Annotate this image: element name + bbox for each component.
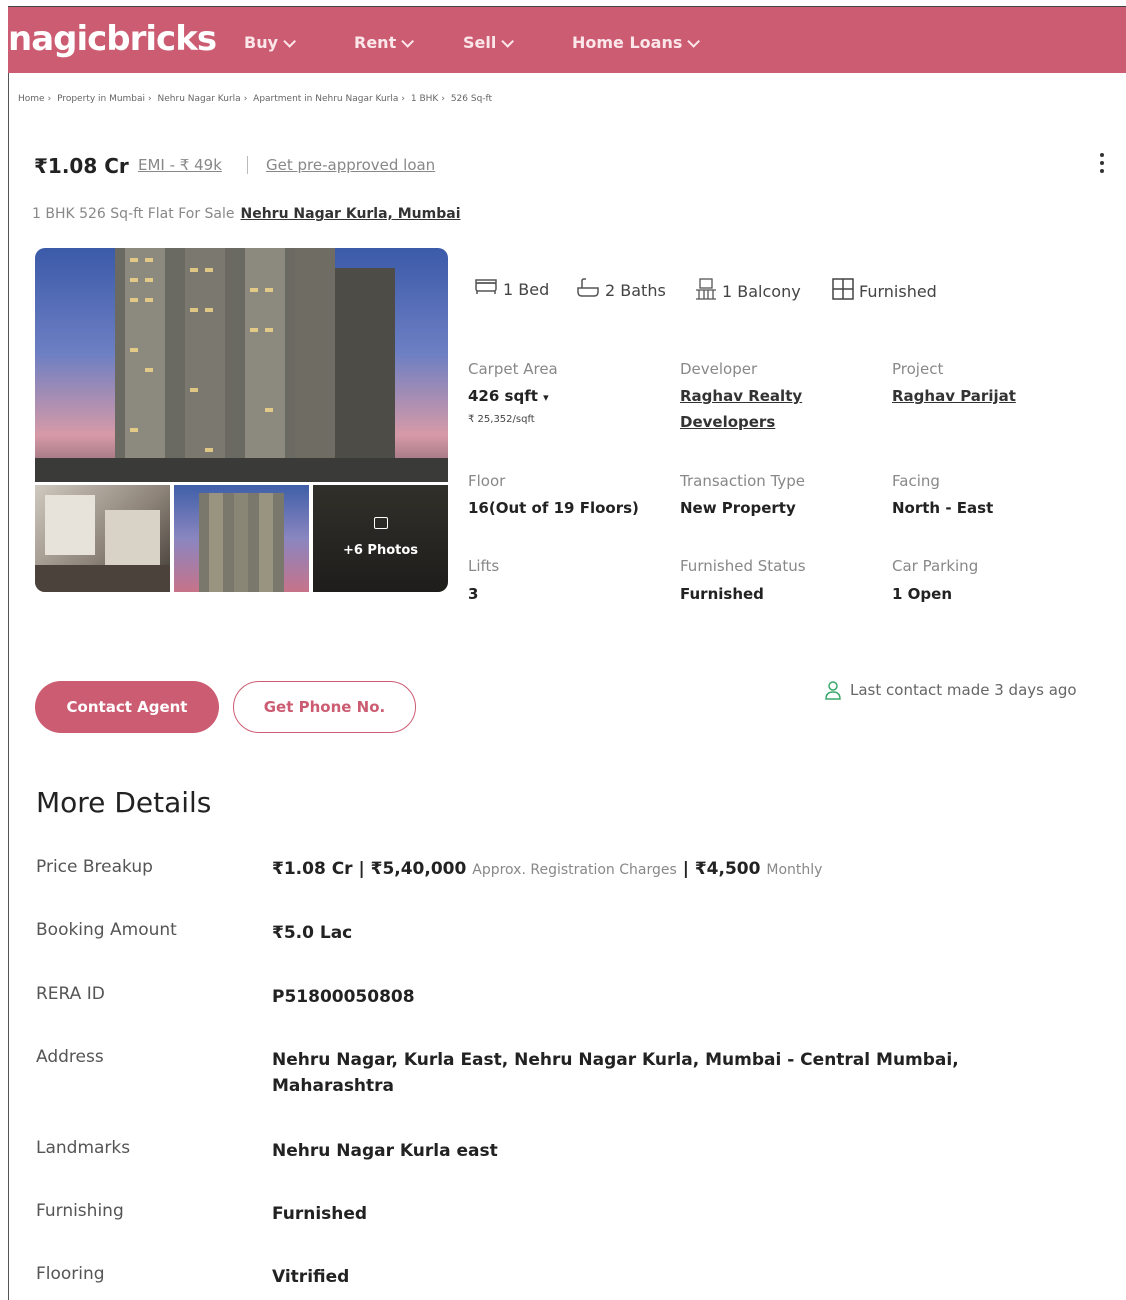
amenity-furnished: Furnished (832, 278, 937, 304)
nav-rent[interactable]: Rent (354, 33, 415, 52)
last-contact-text: Last contact made 3 days ago (850, 681, 1077, 699)
user-icon (824, 680, 842, 700)
car-parking-label: Car Parking (892, 557, 979, 575)
breadcrumb-item[interactable]: Nehru Nagar Kurla (158, 94, 241, 104)
price-breakup-price: ₹1.08 Cr (272, 859, 353, 879)
registration-note: Approx. Registration Charges (472, 862, 677, 878)
get-phone-button[interactable]: Get Phone No. (233, 681, 416, 733)
detail-label: Address (36, 1047, 104, 1067)
thumbnail-photo-building[interactable] (174, 485, 309, 592)
amenity-furnished-label: Furnished (859, 281, 937, 301)
landmarks-value: Nehru Nagar Kurla east (272, 1141, 498, 1161)
nav-home-loans[interactable]: Home Loans (572, 33, 701, 52)
bath-icon (576, 278, 600, 302)
maintenance-charges: ₹4,500 (694, 859, 761, 879)
chevron-down-icon (283, 35, 297, 48)
nav-home-loans-label: Home Loans (572, 33, 683, 52)
listing-subtitle: 1 BHK 526 Sq-ft Flat For Sale Nehru Nagar… (32, 206, 461, 222)
listing-price: ₹1.08 Cr (34, 154, 129, 178)
furnished-status-value: Furnished (680, 585, 764, 603)
breadcrumb-item[interactable]: Property in Mumbai (57, 94, 145, 104)
registration-charges: ₹5,40,000 (370, 859, 467, 879)
amenity-bed-label: 1 Bed (503, 279, 550, 299)
price-breakup-label: Price Breakup (36, 857, 153, 877)
detail-label: Furnishing (36, 1201, 124, 1221)
facing-value: North - East (892, 499, 994, 517)
nav-buy-label: Buy (244, 33, 279, 52)
floor-label: Floor (468, 472, 506, 490)
photo-icon (374, 517, 388, 529)
amenity-bath: 2 Baths (576, 278, 666, 302)
price-per-sqft: ₹ 25,352/sqft (468, 414, 535, 425)
carpet-area-value[interactable]: 426 sqft ▾ (468, 387, 549, 405)
amenity-bath-label: 2 Baths (605, 280, 666, 300)
amenity-balcony-label: 1 Balcony (722, 281, 801, 301)
lifts-label: Lifts (468, 557, 500, 575)
maintenance-note: Monthly (766, 862, 823, 878)
nav-sell-label: Sell (463, 33, 497, 52)
more-options-icon[interactable] (1094, 150, 1110, 180)
chevron-down-icon (401, 35, 415, 48)
preapproved-loan-link[interactable]: Get pre-approved loan (266, 156, 435, 174)
top-nav-bar: nagicbricks Buy Rent Sell Home Loans (8, 7, 1126, 73)
lifts-value: 3 (468, 585, 479, 603)
developer-label: Developer (680, 360, 758, 378)
project-label: Project (892, 360, 944, 378)
breadcrumb-item[interactable]: Apartment in Nehru Nagar Kurla (253, 94, 398, 104)
developer-link-line1[interactable]: Raghav Realty (680, 387, 802, 405)
chevron-down-icon: ▾ (543, 391, 549, 404)
site-logo[interactable]: nagicbricks (8, 19, 217, 59)
address-value: Nehru Nagar, Kurla East, Nehru Nagar Kur… (272, 1050, 959, 1096)
breadcrumb-item[interactable]: Home (18, 94, 45, 104)
breadcrumb: Home › Property in Mumbai › Nehru Nagar Ku… (18, 94, 493, 104)
furnished-status-label: Furnished Status (680, 557, 806, 575)
project-link[interactable]: Raghav Parijat (892, 387, 1016, 405)
location-link[interactable]: Nehru Nagar Kurla, Mumbai (241, 206, 461, 222)
transaction-type-value: New Property (680, 499, 796, 517)
floor-value: 16(Out of 19 Floors) (468, 499, 639, 517)
bed-icon (474, 278, 498, 300)
furnishing-value: Furnished (272, 1204, 368, 1224)
detail-label: RERA ID (36, 984, 105, 1004)
chevron-down-icon (687, 35, 701, 48)
rera-id-value: P51800050808 (272, 987, 415, 1007)
emi-link[interactable]: EMI - ₹ 49k (138, 156, 222, 174)
developer-link-line2[interactable]: Developers (680, 413, 775, 431)
booking-amount-value: ₹5.0 Lac (272, 923, 353, 943)
chevron-down-icon (501, 35, 515, 48)
last-contact-info: Last contact made 3 days ago (824, 680, 1077, 700)
detail-label: Flooring (36, 1264, 105, 1284)
amenity-bed: 1 Bed (474, 278, 549, 300)
detail-label: Landmarks (36, 1138, 131, 1158)
breadcrumb-item: 526 Sq-ft (450, 94, 493, 104)
price-breakup-value: ₹1.08 Cr | ₹5,40,000 Approx. Registratio… (272, 859, 823, 879)
listing-type: 1 BHK 526 Sq-ft Flat For Sale (32, 206, 235, 222)
more-details-title: More Details (36, 786, 212, 819)
transaction-type-label: Transaction Type (680, 472, 806, 490)
nav-rent-label: Rent (354, 33, 397, 52)
carpet-area-text: 426 sqft (468, 387, 538, 405)
balcony-icon (695, 278, 717, 304)
amenity-balcony: 1 Balcony (695, 278, 801, 304)
nav-sell[interactable]: Sell (463, 33, 515, 52)
car-parking-value: 1 Open (892, 585, 952, 603)
detail-label: Booking Amount (36, 920, 177, 940)
nav-buy[interactable]: Buy (244, 33, 297, 52)
contact-agent-button[interactable]: Contact Agent (35, 681, 219, 733)
furnished-icon (832, 278, 854, 304)
more-photos-label: +6 Photos (342, 543, 419, 558)
thumbnail-photo-kitchen[interactable] (35, 485, 170, 592)
breadcrumb-item[interactable]: 1 BHK (411, 94, 438, 104)
divider (247, 156, 248, 174)
facing-label: Facing (892, 472, 940, 490)
carpet-area-label: Carpet Area (468, 360, 558, 378)
thumbnail-more-photos[interactable]: +6 Photos (313, 485, 448, 592)
flooring-value: Vitrified (272, 1267, 350, 1287)
page-frame (8, 6, 1126, 1300)
main-property-photo[interactable] (35, 248, 448, 482)
